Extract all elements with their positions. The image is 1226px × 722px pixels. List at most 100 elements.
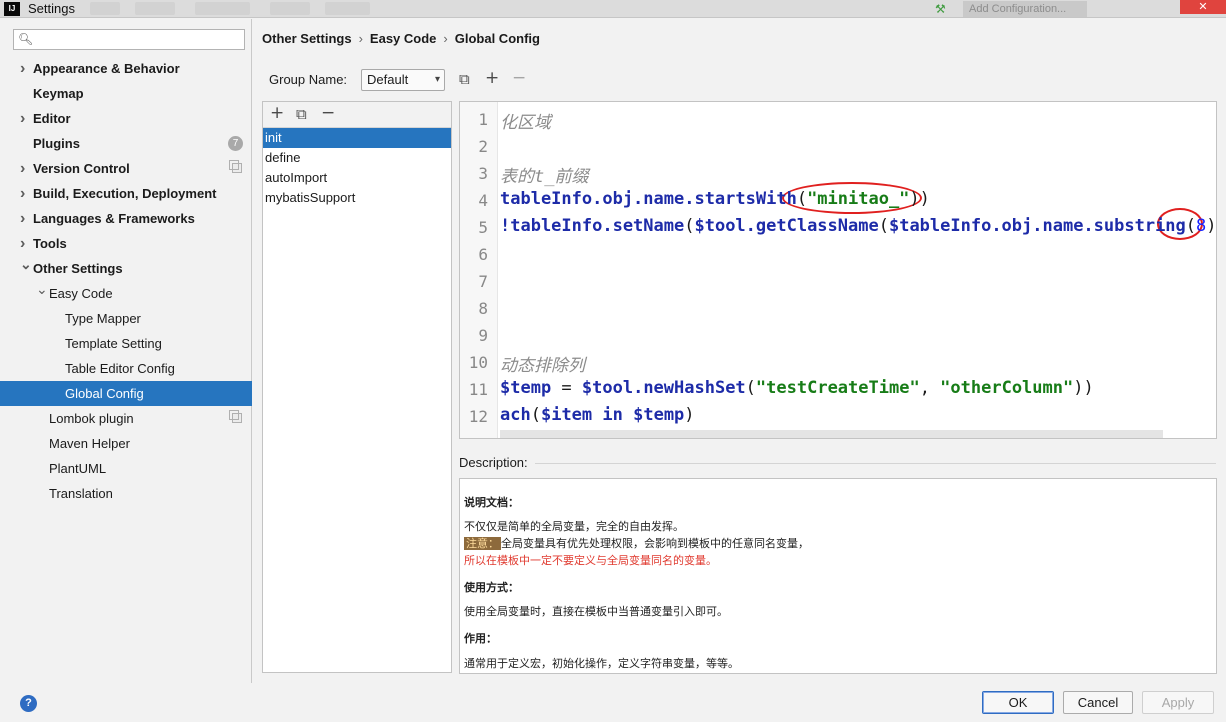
description-divider (535, 463, 1216, 464)
sidebar-item-label: Translation (49, 486, 113, 501)
group-name-value: Default (367, 72, 409, 87)
blurred-tab (195, 2, 250, 15)
code-token: ))) (1206, 216, 1217, 236)
line-number: 8 (478, 299, 488, 318)
ok-button[interactable]: OK (982, 691, 1054, 714)
code-token: $item (540, 405, 593, 425)
settings-tree: › Appearance & Behavior Keymap › Editor Plugi… (0, 56, 252, 506)
cancel-button[interactable]: Cancel (1063, 691, 1133, 714)
sidebar-item[interactable]: Lombok plugin (0, 406, 252, 431)
sidebar-item-label: Appearance & Behavior (33, 61, 180, 76)
sidebar-item[interactable]: Type Mapper (0, 306, 252, 331)
sidebar-item[interactable]: Table Editor Config (0, 356, 252, 381)
sidebar-item[interactable]: › Version Control (0, 156, 252, 181)
project-level-icon (229, 410, 242, 423)
code-token: "minitao_" (807, 189, 910, 209)
sidebar-item-label: Editor (33, 111, 71, 126)
line-number: 5 (478, 218, 488, 237)
sidebar-item[interactable]: ⌄ Easy Code (0, 281, 252, 306)
remove-template-icon[interactable]: − (321, 105, 335, 122)
copy-group-icon[interactable]: ⧉ (459, 72, 470, 87)
group-name-label: Group Name: (269, 72, 348, 87)
template-list-item[interactable]: autoImport (263, 168, 451, 188)
close-window-button[interactable]: ✕ (1180, 0, 1226, 14)
sidebar-item-label: Build, Execution, Deployment (33, 186, 217, 201)
code-token: $temp (500, 378, 552, 398)
chevron-right-icon[interactable]: › (20, 156, 25, 181)
sidebar-item-label: Plugins (33, 136, 80, 151)
code-token: 表的t_前缀 (500, 167, 589, 187)
sidebar-item-label: Easy Code (49, 286, 113, 301)
sidebar-item[interactable]: Global Config (0, 381, 252, 406)
code-token: "otherColumn" (940, 378, 1074, 398)
sidebar-item[interactable]: Maven Helper (0, 431, 252, 456)
breadcrumb-separator-icon: › (358, 31, 363, 46)
sidebar-item[interactable]: › Tools (0, 231, 252, 256)
code-token: tableInfo.obj.name.startsWith (500, 189, 797, 209)
template-list-item[interactable]: mybatisSupport (263, 188, 451, 208)
code-token: $temp (633, 405, 685, 425)
chevron-down-icon[interactable]: ⌄ (20, 252, 32, 277)
template-list-panel: + ⧉ − init define autoImport mybatisSupport (262, 101, 452, 673)
template-list: init define autoImport mybatisSupport (263, 128, 451, 208)
chevron-right-icon[interactable]: › (20, 106, 25, 131)
usage-title: 使用方式： (464, 581, 519, 594)
code-token: ( (745, 378, 756, 398)
sidebar-item[interactable]: PlantUML (0, 456, 252, 481)
copy-template-icon[interactable]: ⧉ (296, 107, 307, 122)
purpose-text: 通常用于定义宏，初始化操作，定义字符串变量，等等。 (464, 657, 739, 670)
code-token: 化区域 (500, 113, 551, 133)
sidebar-item[interactable]: › Appearance & Behavior (0, 56, 252, 81)
horizontal-scrollbar[interactable] (500, 430, 1163, 438)
code-token: )) (1073, 378, 1094, 398)
code-token: , (919, 378, 941, 398)
chevron-down-icon[interactable]: ⌄ (36, 277, 48, 302)
template-list-item[interactable]: define (263, 148, 451, 168)
line-number: 6 (478, 245, 488, 264)
code-line: 表的t_前缀 (500, 162, 588, 187)
warning-line: 所以在模板中一定不要定义与全局变量同名的变量。 (464, 554, 717, 567)
sidebar-item-label: Languages & Frameworks (33, 211, 195, 226)
window-title: Settings (28, 1, 75, 16)
code-token: ( (684, 216, 695, 236)
line-number: 7 (478, 272, 488, 291)
template-list-item[interactable]: init (263, 128, 451, 148)
usage-text: 使用全局变量时，直接在模板中当普通变量引入即可。 (464, 605, 728, 618)
group-name-select[interactable]: Default ▾ (361, 69, 445, 91)
sidebar-item[interactable]: Keymap (0, 81, 252, 106)
line-number: 4 (478, 191, 488, 210)
code-line: !tableInfo.setName($tool.getClassName($t… (500, 216, 1217, 236)
sidebar-item[interactable]: › Editor (0, 106, 252, 131)
build-hammer-icon[interactable]: ⚒ (935, 3, 947, 15)
add-group-icon[interactable]: + (485, 70, 499, 87)
chevron-right-icon[interactable]: › (20, 181, 25, 206)
code-editor[interactable]: 1 化区域 2 3 表的t_前缀 4 tableInfo.obj.name.startsWi… (459, 101, 1217, 439)
help-icon[interactable]: ? (20, 695, 37, 712)
description-panel: 说明文档： 不仅仅是简单的全局变量，完全的自由发挥。 注意： 全局变量具有优先处理… (459, 478, 1217, 674)
apply-button[interactable]: Apply (1142, 691, 1214, 714)
sidebar-item[interactable]: Translation (0, 481, 252, 506)
settings-search-input[interactable]: 🔍︎ (13, 29, 245, 50)
settings-sidebar: 🔍︎ › Appearance & Behavior Keymap › Editor Pl… (0, 19, 252, 683)
line-number: 10 (468, 353, 488, 372)
sidebar-item[interactable]: › Build, Execution, Deployment (0, 181, 252, 206)
sidebar-item[interactable]: Plugins 7 (0, 131, 252, 156)
note-text: 全局变量具有优先处理权限，会影响到模板中的任意同名变量， (501, 537, 809, 550)
sidebar-item[interactable]: › Languages & Frameworks (0, 206, 252, 231)
dialog-button-bar: ? OK Cancel Apply (0, 683, 1226, 722)
sidebar-item[interactable]: Template Setting (0, 331, 252, 356)
code-token: )) (909, 189, 930, 209)
chevron-right-icon[interactable]: › (20, 206, 25, 231)
code-token: = (551, 378, 582, 398)
blurred-tab (90, 2, 120, 15)
chevron-right-icon[interactable]: › (20, 56, 25, 81)
code-token: 动态排除列 (500, 356, 585, 376)
add-template-icon[interactable]: + (270, 105, 284, 122)
blurred-tab (325, 2, 370, 15)
code-token: in (592, 405, 634, 425)
line-number: 2 (478, 137, 488, 156)
remove-group-icon[interactable]: − (512, 70, 526, 87)
intellij-logo: IJ (4, 2, 20, 16)
add-configuration-button[interactable]: Add Configuration... (963, 1, 1087, 17)
plugin-updates-badge: 7 (228, 136, 243, 151)
